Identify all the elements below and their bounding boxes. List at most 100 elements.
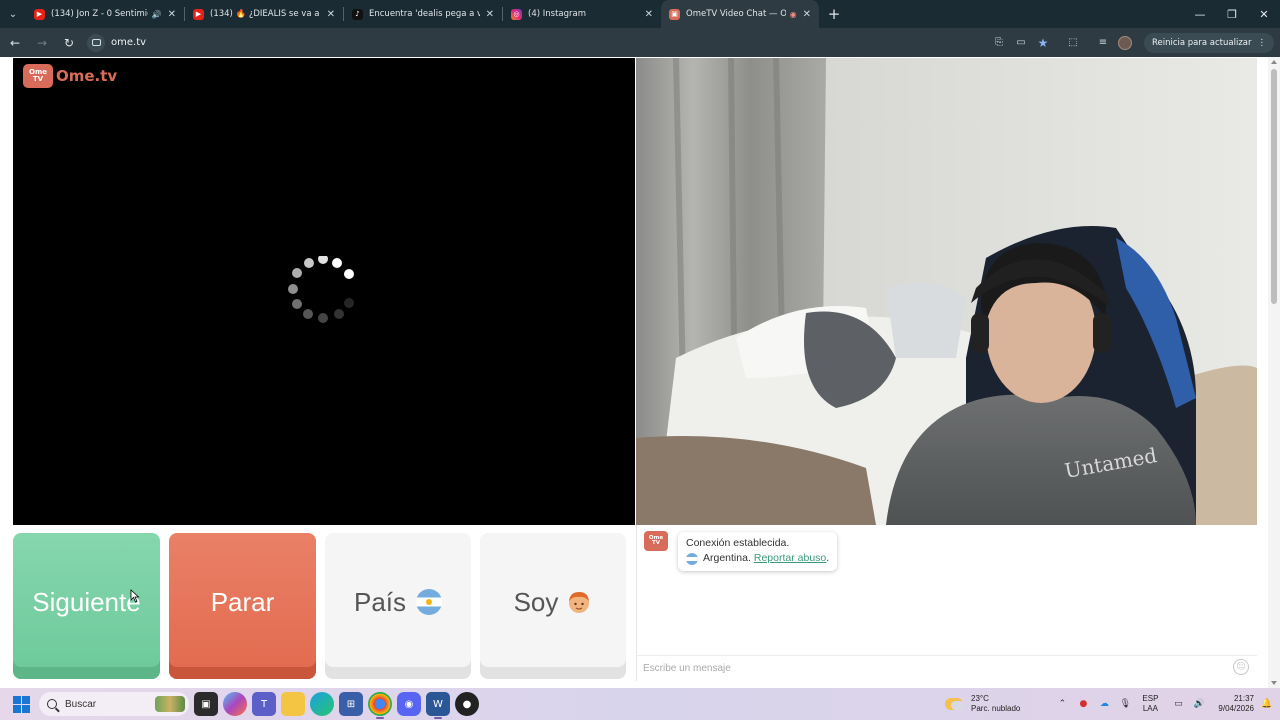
tab-youtube-1[interactable]: ▶ (134) Jon Z - 0 Sentimientos 🔊 ✕ [26,0,184,28]
language-indicator[interactable]: ESP LAA [1142,694,1158,714]
tiktok-icon: ♪ [352,8,363,20]
taskbar-search[interactable]: Buscar [39,692,189,716]
logo-text: Ome.tv [56,67,118,85]
message-input[interactable]: Escribe un mensaje [637,655,1257,681]
argentina-flag-icon [686,552,698,565]
next-button[interactable]: Siguiente [13,533,160,679]
window-controls: — ❐ ✕ [1184,0,1280,28]
connection-status-text: Conexión establecida. [686,537,790,549]
reading-list-icon[interactable]: ≡ [1092,32,1114,54]
microphone-icon[interactable]: 🎙 [1116,695,1134,713]
argentina-flag-icon [416,589,443,615]
search-placeholder: Buscar [65,698,97,710]
recording-icon: ◉ [789,9,797,19]
obs-icon[interactable]: ● [455,692,479,716]
close-window-icon[interactable]: ✕ [1248,0,1280,28]
tab-instagram[interactable]: ◎ (4) Instagram ✕ [503,0,661,28]
stop-button[interactable]: Parar [169,533,316,679]
boy-face-icon [569,592,590,613]
close-tab-icon[interactable]: ✕ [486,9,494,20]
discord-icon[interactable]: ◉ [397,692,421,716]
country-label: País [353,586,407,617]
chevron-up-icon[interactable]: ⌃ [1053,695,1071,713]
update-label: Reinicia para actualizar [1151,37,1252,48]
notification-bell-icon[interactable]: 🔔 [1260,697,1274,711]
translate-icon[interactable]: ⎘ [988,32,1010,54]
tab-title: (134) 🔥 ¿DIEALIS se va a CANADÁ [210,9,321,19]
task-view-icon[interactable]: ▣ [194,692,218,716]
page-viewport: Ome TV Ome.tv Untamed Siguiente Parar Pa… [0,57,1280,688]
system-tray: 23°C Parc. nublado ⌃ ● ☁ 🎙 ESP LAA ▭ 🔊 2… [945,688,1280,720]
minimize-icon[interactable]: — [1184,0,1216,28]
logo-badge: Ome TV [23,64,53,88]
update-button[interactable]: Reinicia para actualizar ⋮ [1143,32,1274,53]
clock[interactable]: 21:37 9/04/2026 [1218,694,1254,714]
app-tray-icon[interactable]: ● [1074,695,1092,713]
emoji-icon[interactable]: ☺ [1233,659,1249,675]
local-camera-panel: Untamed [636,58,1257,525]
weather-widget[interactable]: 23°C Parc. nublado [945,694,1020,714]
partly-cloudy-icon [945,698,966,710]
weather-temp: 23°C [971,694,989,703]
tab-ometv[interactable]: ▣ OmeTV Video Chat — Omegle ◉ ✕ [661,0,819,28]
lang-bottom: LAA [1142,704,1158,713]
site-info-icon[interactable] [87,33,105,52]
close-tab-icon[interactable]: ✕ [327,9,335,20]
ometv-icon: ▣ [669,8,680,20]
file-explorer-icon[interactable] [281,692,305,716]
ometv-logo[interactable]: Ome TV Ome.tv [23,64,117,88]
tab-search-icon[interactable]: ⌄ [0,0,26,28]
tab-title: Encuentra 'dealis pega a verónica' [369,9,480,19]
new-tab-button[interactable]: + [823,3,845,25]
kebab-menu-icon[interactable]: ⋮ [1258,38,1267,48]
bookmark-star-icon[interactable]: ★ [1032,32,1054,54]
report-abuse-link[interactable]: Reportar abuso [754,551,826,566]
country-filter-button[interactable]: País [325,533,471,679]
scroll-thumb[interactable] [1271,69,1277,304]
store-icon[interactable]: ⊞ [339,692,363,716]
windows-start-icon[interactable] [9,692,33,716]
ometv-chat-icon: Ome TV [644,531,668,551]
close-tab-icon[interactable]: ✕ [168,9,176,20]
youtube-icon: ▶ [193,8,204,20]
tab-tiktok[interactable]: ♪ Encuentra 'dealis pega a verónica' ✕ [344,0,502,28]
edge-icon[interactable] [310,692,334,716]
report-suffix: . [826,552,830,564]
reload-icon[interactable]: ↻ [57,31,81,55]
network-icon[interactable]: ▭ [1169,695,1187,713]
profile-icon[interactable] [1114,32,1136,54]
scroll-down-icon[interactable] [1271,681,1277,685]
page-scrollbar[interactable] [1268,57,1280,688]
restore-icon[interactable]: ❐ [1216,0,1248,28]
back-icon[interactable]: ← [3,31,27,55]
extensions-icon[interactable]: ⬚ [1062,32,1084,54]
teams-icon[interactable]: T [252,692,276,716]
system-message: Conexión establecida. Argentina. Reporta… [678,532,838,571]
close-tab-icon[interactable]: ✕ [645,9,653,20]
browser-toolbar: ← → ↻ ome.tv ⎘ ▭ ★ ⬚ ≡ Reinicia para act… [0,28,1280,57]
chrome-icon[interactable] [368,692,392,719]
remote-video-panel: Ome TV Ome.tv [13,58,635,525]
forward-icon[interactable]: → [30,31,54,55]
word-icon[interactable]: W [426,692,450,719]
scroll-up-icon[interactable] [1271,60,1277,64]
next-label: Siguiente [32,586,141,617]
weather-desc: Parc. nublado [971,704,1021,713]
url-text[interactable]: ome.tv [111,37,146,48]
tab-youtube-2[interactable]: ▶ (134) 🔥 ¿DIEALIS se va a CANADÁ ✕ [185,0,343,28]
close-tab-icon[interactable]: ✕ [803,9,811,20]
address-bar[interactable]: ome.tv [87,32,987,54]
copilot-icon[interactable] [223,692,247,716]
speaker-icon[interactable]: 🔊 [152,10,162,19]
tab-strip: ⌄ ▶ (134) Jon Z - 0 Sentimientos 🔊 ✕ ▶ (… [0,0,1280,28]
webcam-feed-image: Untamed [636,58,1257,525]
cast-icon[interactable]: ▭ [1010,32,1032,54]
youtube-icon: ▶ [34,8,45,20]
clock-time: 21:37 [1233,694,1254,703]
volume-icon[interactable]: 🔊 [1190,695,1208,713]
instagram-icon: ◎ [511,8,522,20]
onedrive-icon[interactable]: ☁ [1095,695,1113,713]
gender-label: Soy [513,586,559,617]
stop-label: Parar [210,586,275,617]
gender-button[interactable]: Soy [480,533,626,679]
